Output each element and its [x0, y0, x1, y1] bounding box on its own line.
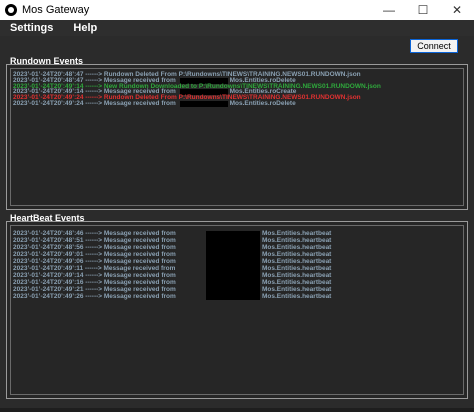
- status-strip: [0, 408, 474, 412]
- heartbeat-events-panel: 2023’-01’-24T20’:48’:46 ------> Message …: [6, 221, 468, 399]
- log-entity: Mos.Entities.roDelete: [229, 99, 296, 107]
- log-entity: Mos.Entities.heartbeat: [262, 251, 332, 258]
- minimize-button[interactable]: —: [372, 0, 406, 20]
- menu-settings[interactable]: Settings: [10, 22, 53, 34]
- log-entity: Mos.Entities.heartbeat: [262, 230, 332, 237]
- heartbeat-log-line: 2023’-01’-24T20’:49’:06 ------> Message …: [13, 258, 176, 265]
- log-timestamp: 2023’-01’-24T20’:49’:01: [13, 251, 84, 258]
- rundown-events-list[interactable]: 2023’-01’-24T20’:48’:47 ------> Rundown …: [10, 68, 464, 206]
- heartbeat-log-line: 2023’-01’-24T20’:49’:16 ------> Message …: [13, 279, 176, 286]
- heartbeat-log-line: 2023’-01’-24T20’:49’:26 ------> Message …: [13, 293, 176, 300]
- window-controls: — ☐ ✕: [372, 0, 474, 20]
- heartbeat-events-list[interactable]: 2023’-01’-24T20’:48’:46 ------> Message …: [10, 225, 464, 395]
- log-message: ------> Message received from: [85, 251, 176, 258]
- log-message: ------> Message received from: [85, 279, 176, 286]
- heartbeat-log-line: 2023’-01’-24T20’:49’:14 ------> Message …: [13, 272, 176, 279]
- log-entity: Mos.Entities.heartbeat: [262, 272, 332, 279]
- heartbeat-log-line: 2023’-01’-24T20’:49’:01 ------> Message …: [13, 251, 176, 258]
- log-timestamp: 2023’-01’-24T20’:49’:21: [13, 286, 84, 293]
- menu-help[interactable]: Help: [73, 22, 97, 34]
- maximize-button[interactable]: ☐: [406, 0, 440, 20]
- log-message: ------> Message received from: [85, 286, 176, 293]
- heartbeat-log-line: 2023’-01’-24T20’:49’:11 ------> Message …: [13, 265, 175, 272]
- log-timestamp: 2023’-01’-24T20’:49’:06: [13, 258, 84, 265]
- redacted-block: [179, 100, 228, 107]
- log-message: ------> Message received from: [85, 99, 176, 107]
- log-timestamp: 2023’-01’-24T20’:48’:56: [13, 244, 84, 251]
- log-message: ------> Message received from: [85, 244, 176, 251]
- rundown-log-line: 2023’-01’-24T20’:49’:24 ------> Message …: [11, 99, 463, 107]
- heartbeat-log-line: 2023’-01’-24T20’:48’:51 ------> Message …: [13, 237, 176, 244]
- log-entity: Mos.Entities.heartbeat: [262, 279, 332, 286]
- connect-button[interactable]: Connect: [410, 39, 458, 53]
- log-entity: Mos.Entities.heartbeat: [262, 293, 332, 300]
- heartbeat-log-line: 2023’-01’-24T20’:48’:46 ------> Message …: [13, 230, 176, 237]
- log-entity: Mos.Entities.heartbeat: [262, 286, 332, 293]
- log-message: ------> Message received from: [85, 230, 176, 237]
- menu-bar: Settings Help: [0, 20, 474, 36]
- window-title: Mos Gateway: [22, 4, 90, 16]
- log-timestamp: 2023’-01’-24T20’:49’:14: [13, 272, 84, 279]
- log-message: ------> Message received from: [85, 237, 176, 244]
- app-logo-icon: [5, 4, 17, 16]
- log-message: ------> Message received from: [85, 258, 176, 265]
- log-timestamp: 2023’-01’-24T20’:49’:26: [13, 293, 84, 300]
- log-timestamp: 2023’-01’-24T20’:48’:51: [13, 237, 84, 244]
- log-message: ------> Message received from: [85, 272, 176, 279]
- log-timestamp: 2023’-01’-24T20’:48’:46: [13, 230, 84, 237]
- log-entity: Mos.Entities.heartbeat: [262, 258, 332, 265]
- log-entity: Mos.Entities.heartbeat: [262, 244, 332, 251]
- heartbeat-log-line: 2023’-01’-24T20’:48’:56 ------> Message …: [13, 244, 176, 251]
- log-message: ------> Message received from: [84, 265, 176, 272]
- rundown-events-panel: 2023’-01’-24T20’:48’:47 ------> Rundown …: [6, 64, 468, 210]
- log-timestamp: 2023’-01’-24T20’:49’:24: [13, 99, 84, 107]
- log-entity: Mos.Entities.heartbeat: [262, 265, 332, 272]
- heartbeat-log-line: 2023’-01’-24T20’:49’:21 ------> Message …: [13, 286, 176, 293]
- log-entity: Mos.Entities.heartbeat: [262, 237, 332, 244]
- close-button[interactable]: ✕: [440, 0, 474, 20]
- title-bar: Mos Gateway — ☐ ✕: [0, 0, 474, 20]
- log-timestamp: 2023’-01’-24T20’:49’:16: [13, 279, 84, 286]
- log-timestamp: 2023’-01’-24T20’:49’:11: [13, 265, 84, 272]
- log-message: ------> Message received from: [85, 293, 176, 300]
- redacted-block: [206, 231, 260, 300]
